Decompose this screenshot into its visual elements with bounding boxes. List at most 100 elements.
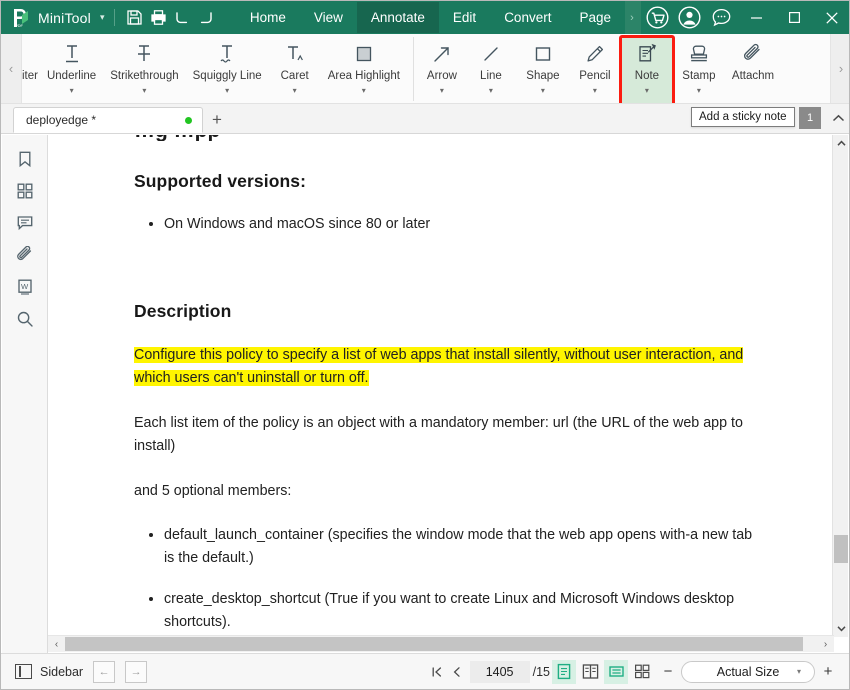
search-icon <box>16 310 34 333</box>
chevron-down-icon[interactable]: ▾ <box>541 86 545 95</box>
chevron-down-icon[interactable]: ▾ <box>697 86 701 95</box>
sidebar-toggle-button[interactable]: Sidebar <box>15 664 83 679</box>
ribbon-tool-pencil[interactable]: Pencil ▾ <box>569 37 621 101</box>
redo-icon[interactable] <box>196 6 217 30</box>
app-brand[interactable]: PDF MiniTool ▾ <box>1 8 104 28</box>
two-page-view-icon[interactable] <box>578 660 602 684</box>
chevron-down-icon[interactable]: ▾ <box>225 86 229 95</box>
ribbon-tool-label: iter <box>22 70 38 82</box>
menu-item-home[interactable]: Home <box>236 2 300 33</box>
ribbon-tool-note[interactable]: Note ▾ <box>618 35 675 103</box>
zoom-level-select[interactable]: Actual Size ▾ <box>681 660 815 683</box>
vertical-scrollbar[interactable] <box>832 135 848 637</box>
ribbon-tool-squiggly-line[interactable]: Squiggly Line ▾ <box>186 37 269 101</box>
bookmark-icon <box>16 150 34 173</box>
vertical-scroll-thumb[interactable] <box>834 535 848 563</box>
menu-item-edit[interactable]: Edit <box>439 2 490 33</box>
zoom-in-button[interactable]: + <box>815 660 841 684</box>
chevron-down-icon[interactable]: ▾ <box>100 12 105 23</box>
chevron-down-icon[interactable]: ▾ <box>593 86 597 95</box>
sidebar-item-comments[interactable] <box>2 209 48 241</box>
chevron-down-icon[interactable]: ▾ <box>362 86 366 95</box>
feedback-chat-icon[interactable] <box>705 1 737 34</box>
menu-overflow-chevron-icon[interactable]: › <box>625 1 641 34</box>
sidebar-item-bookmarks[interactable] <box>2 145 48 177</box>
sidebar-item-thumbnails[interactable] <box>2 177 48 209</box>
pencil-icon <box>584 40 606 68</box>
sidebar-item-word-export[interactable]: W <box>2 273 48 305</box>
ribbon-tool-strikethrough[interactable]: Strikethrough ▾ <box>103 37 185 101</box>
app-title: MiniTool <box>38 9 91 26</box>
scroll-left-arrow-icon[interactable]: ‹ <box>48 636 65 653</box>
main-menu: Home View Annotate Edit Convert Page › <box>236 1 641 34</box>
ribbon-tool-shape[interactable]: Shape ▾ <box>517 37 569 101</box>
chevron-down-icon[interactable]: ▾ <box>489 86 493 95</box>
ribbon-tool-caret[interactable]: Caret ▾ <box>269 37 321 101</box>
previous-view-button[interactable]: ← <box>93 660 116 683</box>
ribbon-tool-label: Stamp <box>682 70 716 82</box>
scroll-up-arrow-icon[interactable] <box>833 135 849 152</box>
document-tab-deployedge[interactable]: deployedge * <box>13 107 203 133</box>
ribbon-tool-stamp[interactable]: Stamp ▾ <box>673 37 725 101</box>
new-tab-button[interactable]: + <box>203 107 231 133</box>
collapse-ribbon-chevron-icon[interactable] <box>825 103 849 133</box>
ribbon-tool-attachment[interactable]: Attachm <box>725 37 781 101</box>
ribbon-scroll-left-icon[interactable]: ‹ <box>1 34 22 103</box>
zoom-level-label: Actual Size <box>716 664 780 679</box>
previous-page-button[interactable] <box>447 660 467 684</box>
menu-item-view[interactable]: View <box>300 2 357 33</box>
close-button[interactable] <box>813 1 849 34</box>
chevron-down-icon[interactable]: ▾ <box>142 86 146 95</box>
print-icon[interactable] <box>148 6 169 30</box>
minimize-button[interactable] <box>737 1 775 34</box>
page-total-label: /15 <box>532 664 550 679</box>
undo-icon[interactable] <box>172 6 193 30</box>
ribbon-tool-label: Attachm <box>731 70 775 82</box>
ribbon-tool-area-highlight[interactable]: Area Highlight ▾ <box>321 37 407 101</box>
next-view-button[interactable]: → <box>125 660 148 683</box>
list-item: On Windows and macOS since 80 or later <box>164 212 758 236</box>
horizontal-scroll-thumb[interactable] <box>65 637 803 651</box>
sidebar-toggle-label: Sidebar <box>40 664 84 679</box>
ribbon-scroll-right-icon[interactable]: › <box>830 34 849 103</box>
cart-icon[interactable] <box>641 1 673 34</box>
first-page-button[interactable] <box>427 660 447 684</box>
ribbon-tool-label: Note <box>634 70 660 82</box>
document-viewport[interactable]: …g …pp Supported versions: On Windows an… <box>48 135 834 654</box>
sidebar-item-attachments[interactable] <box>2 241 48 273</box>
menu-item-annotate[interactable]: Annotate <box>356 2 439 33</box>
heading-supported-versions: Supported versions: <box>134 171 307 191</box>
chevron-down-icon[interactable]: ▾ <box>440 86 444 95</box>
zoom-out-button[interactable]: − <box>655 660 681 684</box>
underline-icon <box>61 40 83 68</box>
ribbon-tool-list: iter Underline ▾ Strikethrough ▾ Squiggl… <box>22 34 830 103</box>
left-sidebar: W <box>2 135 48 654</box>
svg-text:PDF: PDF <box>15 23 24 28</box>
chevron-down-icon[interactable]: ▾ <box>293 86 297 95</box>
maximize-button[interactable] <box>775 1 813 34</box>
unsaved-indicator-icon <box>185 116 192 124</box>
chevron-down-icon[interactable]: ▾ <box>645 86 649 95</box>
continuous-scroll-icon[interactable] <box>604 659 628 684</box>
chevron-down-icon[interactable]: ▾ <box>797 667 801 676</box>
save-icon[interactable] <box>124 6 145 30</box>
scroll-down-arrow-icon[interactable] <box>833 620 849 637</box>
document-tab-title: deployedge * <box>26 113 97 127</box>
menu-item-convert[interactable]: Convert <box>490 2 565 33</box>
ribbon-tool-highlighter[interactable]: iter <box>22 37 40 101</box>
menu-item-page[interactable]: Page <box>565 2 625 33</box>
minitool-pdf-window: PDF MiniTool ▾ Home View Annotate Edit C… <box>0 0 850 690</box>
single-page-view-icon[interactable] <box>552 659 576 684</box>
horizontal-scrollbar[interactable]: ‹ › <box>48 635 834 652</box>
ribbon-tool-label: Shape <box>526 70 560 82</box>
scroll-right-arrow-icon[interactable]: › <box>817 636 834 653</box>
ribbon-tool-underline[interactable]: Underline ▾ <box>40 37 103 101</box>
chevron-down-icon[interactable]: ▾ <box>70 86 74 95</box>
ribbon-tool-line[interactable]: Line ▾ <box>465 37 517 101</box>
separate-scroll-icon[interactable] <box>630 660 654 684</box>
ribbon-tool-arrow[interactable]: Arrow ▾ <box>412 37 465 101</box>
yellow-highlight-annotation[interactable]: Configure this policy to specify a list … <box>134 347 744 386</box>
page-number-input[interactable]: 1405 <box>469 660 530 683</box>
account-avatar-icon[interactable] <box>673 1 705 34</box>
sidebar-item-search[interactable] <box>2 305 48 337</box>
